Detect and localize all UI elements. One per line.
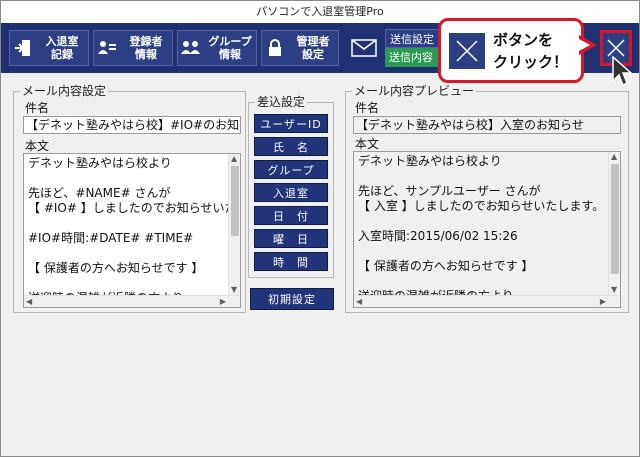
body-text-line: 【 入室 】しましたのでお知らせいたします。 xyxy=(358,199,605,213)
body-text-line: #IO#時間:#DATE# #TIME# xyxy=(28,231,194,245)
registrant-info-label: 登録者 情報 xyxy=(129,35,163,61)
body-text-line: 【 保護者の方へお知らせです 】 xyxy=(358,259,534,273)
body-vertical-scrollbar[interactable]: ▲ ▼ xyxy=(228,154,240,295)
body-text-line: 先ほど、#NAME# さんが xyxy=(28,186,171,200)
scroll-up-icon[interactable]: ▲ xyxy=(231,154,237,164)
body-text-line: デネット塾みやはら校より xyxy=(28,156,172,170)
send-settings-tab[interactable]: 送信設定 xyxy=(385,29,445,48)
scroll-up-icon[interactable]: ▲ xyxy=(611,152,617,162)
body-text-line: 【 #IO# 】しましたのでお知らせいたしま xyxy=(28,201,241,215)
insert-settings-legend: 差込設定 xyxy=(255,95,308,109)
preview-vertical-scrollbar[interactable]: ▲ ▼ xyxy=(608,152,620,295)
body-label: 本文 xyxy=(25,139,50,153)
mouse-cursor-icon xyxy=(612,55,633,87)
app-window: パソコンで入退室管理Pro 入退室 記録 登録者 情報 グループ 情報 管理者 … xyxy=(0,0,640,457)
scroll-right-icon[interactable]: ▶ xyxy=(600,297,606,307)
admin-settings-label: 管理者 設定 xyxy=(296,35,330,61)
group-info-label: グループ 情報 xyxy=(208,35,252,61)
body-textarea[interactable]: デネット塾みやはら校より 先ほど、#NAME# さんが【 #IO# 】しましたので… xyxy=(23,153,241,308)
insert-field-button[interactable]: 入退室 xyxy=(254,183,328,202)
preview-subject-label: 件名 xyxy=(355,101,380,115)
preview-body-label: 本文 xyxy=(355,137,380,151)
scroll-left-icon[interactable]: ◀ xyxy=(26,297,32,307)
body-horizontal-scrollbar[interactable]: ◀ ▶ xyxy=(24,295,240,307)
callout-text: ボタンを クリック！ xyxy=(493,30,569,71)
body-text-line: デネット塾みやはら校より xyxy=(358,154,502,168)
mail-preview-legend: メール内容プレビュー xyxy=(352,84,477,98)
group-icon xyxy=(178,38,204,58)
close-x-icon xyxy=(449,32,485,69)
admin-settings-button[interactable]: 管理者 設定 xyxy=(261,30,339,66)
scroll-left-icon[interactable]: ◀ xyxy=(356,297,362,307)
person-card-icon xyxy=(94,38,120,58)
preview-horizontal-scrollbar[interactable]: ◀ ▶ xyxy=(354,295,620,307)
scroll-down-icon[interactable]: ▼ xyxy=(231,285,237,295)
insert-field-button[interactable]: 曜 日 xyxy=(254,229,328,248)
insert-field-button[interactable]: 日 付 xyxy=(254,206,328,225)
insert-field-button[interactable]: 氏 名 xyxy=(254,137,328,156)
insert-field-button[interactable]: ユーザーID xyxy=(254,114,328,133)
entry-exit-record-button[interactable]: 入退室 記録 xyxy=(9,30,89,66)
lock-icon xyxy=(262,38,288,58)
registrant-info-button[interactable]: 登録者 情報 xyxy=(93,30,173,66)
entry-exit-record-label: 入退室 記録 xyxy=(45,35,79,61)
send-content-tab[interactable]: 送信内容 xyxy=(385,48,445,67)
preview-body-textarea: デネット塾みやはら校より先ほど、サンプルユーザー さんが【 入室 】しましたので… xyxy=(353,151,621,308)
mail-settings-legend: メール内容設定 xyxy=(20,84,109,98)
envelope-icon[interactable] xyxy=(346,29,382,67)
insert-field-button[interactable]: グループ xyxy=(254,160,328,179)
subject-label: 件名 xyxy=(25,101,50,115)
preview-subject-field: 【デネット塾みやはら校】入室のお知らせ xyxy=(353,116,621,134)
body-text-line: 入室時間:2015/06/02 15:26 xyxy=(358,229,518,243)
body-text-line: 先ほど、サンプルユーザー さんが xyxy=(358,184,541,198)
door-enter-icon xyxy=(10,38,36,58)
reset-default-button[interactable]: 初期設定 xyxy=(250,288,334,310)
insert-field-button[interactable]: 時 間 xyxy=(254,252,328,271)
group-info-button[interactable]: グループ 情報 xyxy=(177,30,257,66)
subject-input[interactable]: 【デネット塾みやはら校】#IO#のお知らせ xyxy=(23,116,241,134)
scroll-right-icon[interactable]: ▶ xyxy=(220,297,226,307)
send-tabs: 送信設定 送信内容 xyxy=(385,29,445,67)
scroll-down-icon[interactable]: ▼ xyxy=(611,285,617,295)
click-callout: ボタンを クリック！ xyxy=(438,18,584,83)
body-text-line: 【 保護者の方へお知らせです 】 xyxy=(28,261,204,275)
